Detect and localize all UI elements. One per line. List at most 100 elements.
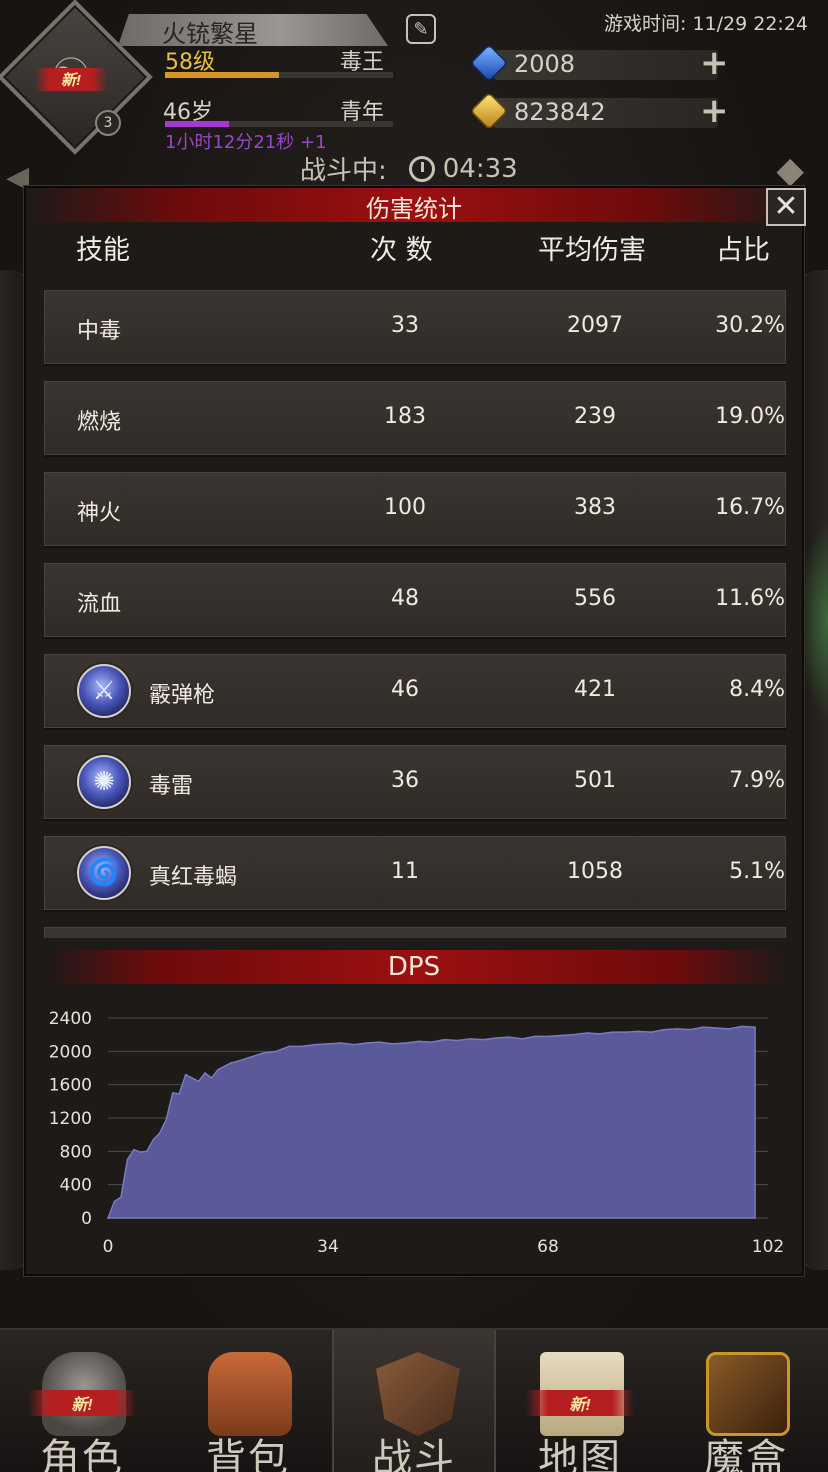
table-row[interactable]: 🌀 真红毒蝎 11 1058 5.1% xyxy=(44,836,786,910)
nav-item-magic-box[interactable]: 魔盒 xyxy=(664,1330,828,1472)
table-row[interactable]: 神火 100 383 16.7% xyxy=(44,472,786,546)
dps-point xyxy=(430,1041,433,1043)
currency-gold: 823842 + xyxy=(472,94,736,130)
dps-point xyxy=(495,1037,498,1039)
dps-point xyxy=(171,1092,174,1094)
dps-point xyxy=(598,1033,601,1035)
dps-point xyxy=(366,1042,368,1044)
dps-point xyxy=(178,1093,180,1095)
add-gems-plus-icon[interactable]: + xyxy=(700,46,729,80)
dps-point xyxy=(158,1132,161,1134)
currency-gems: 2008 + xyxy=(472,46,736,82)
avatar-new-badge: 新! xyxy=(35,68,107,91)
dps-point xyxy=(217,1068,219,1071)
nav-new-badge: 新! xyxy=(526,1390,634,1416)
dps-point xyxy=(210,1077,213,1079)
dps-point xyxy=(204,1072,206,1074)
dps-point xyxy=(152,1138,155,1141)
nav-new-badge: 新! xyxy=(28,1390,136,1416)
dps-point xyxy=(404,1042,407,1044)
dps-point xyxy=(508,1036,510,1038)
dps-point xyxy=(327,1043,329,1045)
edit-name-icon[interactable]: ✎ xyxy=(406,14,436,44)
nav-label: 地图 xyxy=(538,1436,622,1472)
nav-label: 角色 xyxy=(40,1436,124,1472)
damage-share: 19.0% xyxy=(715,404,785,429)
avg-damage: 1058 xyxy=(567,859,623,884)
add-gold-plus-icon[interactable]: + xyxy=(700,94,729,128)
bottom-nav: 新! 角色 背包 战斗 新! 地图 魔盒 xyxy=(0,1328,828,1472)
table-row[interactable]: ✺ 毒雷 36 501 7.9% xyxy=(44,745,786,819)
dps-point xyxy=(611,1031,614,1033)
dps-point xyxy=(378,1041,381,1043)
table-row[interactable]: 中毒 33 2097 30.2% xyxy=(44,290,786,364)
table-row[interactable]: 流血 48 556 11.6% xyxy=(44,563,786,637)
dps-point xyxy=(741,1025,743,1028)
burst-icon: ✺ xyxy=(77,755,131,809)
column-header-pct: 占比 xyxy=(716,235,770,266)
y-tick-label: 800 xyxy=(60,1142,92,1162)
hit-count: 36 xyxy=(391,768,419,793)
dps-point xyxy=(754,1026,756,1028)
dps-point xyxy=(586,1032,588,1034)
skill-name: 流血 xyxy=(77,592,122,617)
hit-count: 46 xyxy=(391,677,419,702)
damage-list[interactable]: 中毒 33 2097 30.2% 燃烧 183 239 19.0% 神火 100… xyxy=(44,290,786,938)
skill-name: 毒雷 xyxy=(149,774,194,799)
y-tick-label: 2400 xyxy=(49,1009,92,1029)
avg-damage: 383 xyxy=(574,495,616,520)
column-header-skill: 技能 xyxy=(76,235,130,266)
dps-point xyxy=(126,1158,129,1161)
gold-count: 823842 xyxy=(514,98,606,126)
dps-point xyxy=(650,1031,653,1033)
dps-point xyxy=(391,1043,394,1045)
avg-damage: 2097 xyxy=(567,313,623,338)
y-tick-label: 1200 xyxy=(49,1109,92,1129)
table-row[interactable]: 燃烧 183 239 19.0% xyxy=(44,381,786,455)
nav-item-map[interactable]: 新! 地图 xyxy=(498,1330,662,1472)
dps-point xyxy=(637,1030,640,1033)
table-row-partial[interactable] xyxy=(44,927,786,938)
table-row[interactable]: ⚔ 霰弹枪 46 421 8.4% xyxy=(44,654,786,728)
battle-timer: 04:33 xyxy=(442,153,518,184)
skill-name: 中毒 xyxy=(77,319,122,344)
dps-point xyxy=(624,1031,627,1033)
dps-point xyxy=(223,1065,226,1068)
dps-point xyxy=(663,1028,666,1031)
game-time: 游戏时间: 11/29 22:24 xyxy=(604,13,808,35)
avg-damage: 556 xyxy=(574,586,616,611)
x-tick-label: 102 xyxy=(752,1237,784,1257)
nav-item-role[interactable]: 新! 角色 xyxy=(0,1330,164,1472)
skill-name: 燃烧 xyxy=(77,410,122,435)
dps-point xyxy=(314,1043,316,1046)
damage-stats-panel: 伤害统计 ✕ 技能 次 数 平均伤害 占比 中毒 33 2097 30.2% 燃… xyxy=(24,186,806,1276)
damage-share: 30.2% xyxy=(715,313,785,338)
dps-point xyxy=(443,1038,446,1041)
damage-share: 11.6% xyxy=(715,586,785,611)
swirl-icon: 🌀 xyxy=(77,846,131,900)
nav-label: 魔盒 xyxy=(704,1436,788,1472)
y-tick-label: 400 xyxy=(60,1176,92,1196)
xp-bar-fill xyxy=(165,72,279,78)
dps-point xyxy=(560,1034,562,1037)
column-header-count: 次 数 xyxy=(370,235,433,266)
sword-shield-icon xyxy=(376,1352,460,1436)
dps-point xyxy=(133,1148,135,1151)
right-emblem-icon[interactable]: ◆ xyxy=(776,150,804,191)
nav-label: 战斗 xyxy=(372,1436,456,1472)
dps-chart-svg: 0 400 800 1200 1600 2000 2400 0 34 68 102 xyxy=(49,1009,784,1257)
dps-point xyxy=(120,1196,122,1198)
nav-item-battle[interactable]: 战斗 xyxy=(332,1330,496,1472)
dps-point xyxy=(301,1045,303,1048)
damage-share: 7.9% xyxy=(729,768,785,793)
hit-count: 100 xyxy=(384,495,426,520)
nav-item-bag[interactable]: 背包 xyxy=(166,1330,330,1472)
dps-point xyxy=(469,1038,472,1040)
avatar-level-badge: 3 xyxy=(95,110,121,136)
magic-box-icon xyxy=(706,1352,790,1436)
close-button[interactable]: ✕ xyxy=(766,188,806,226)
dps-title: DPS xyxy=(387,952,441,982)
dps-point xyxy=(191,1077,193,1079)
clock-icon xyxy=(408,155,435,182)
skill-name: 真红毒蝎 xyxy=(149,865,238,890)
